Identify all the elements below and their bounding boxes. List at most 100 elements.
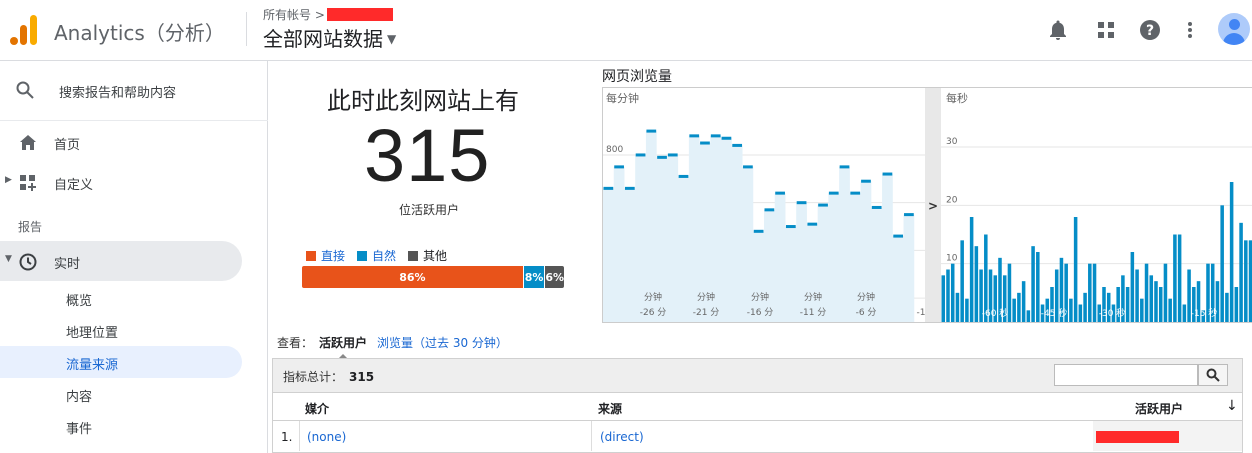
customize-icon [19, 174, 37, 192]
minute-xtick-unit: 分钟 [697, 291, 715, 303]
legend-swatch [306, 250, 316, 261]
subitem-label: 事件 [66, 422, 93, 437]
metric-total-value: 315 [349, 370, 375, 384]
sidebar-search[interactable]: 搜索报告和帮助内容 [0, 61, 268, 121]
sidebar-item-label: 自定义 [54, 178, 94, 193]
minute-bar [861, 179, 871, 183]
minute-bar [657, 155, 667, 159]
second-xtick-label: -60 秒 [982, 307, 1009, 319]
sidebar-subitem-events[interactable]: 事件 [0, 410, 242, 442]
traffic-share-bar: 86% 8% 6% [302, 266, 564, 288]
table-header-row: 媒介 来源 活跃用户 ↓ [273, 393, 1242, 421]
second-bar [946, 269, 950, 322]
minute-bar [764, 208, 775, 212]
reports-section-label: 报告 [18, 220, 43, 234]
minute-ytick-label: 800 [606, 145, 623, 155]
column-header-medium[interactable]: 媒介 [305, 400, 329, 417]
legend-label: 自然 [372, 249, 397, 263]
second-bar [941, 275, 946, 322]
minute-bar [753, 229, 764, 233]
second-ytick-label: 20 [946, 195, 958, 205]
property-selector[interactable]: 全部网站数据 ▼ [263, 23, 396, 52]
segment-other[interactable]: 6% [544, 266, 564, 288]
table-search-input[interactable] [1054, 364, 1198, 386]
legend-label: 直接 [321, 249, 346, 263]
second-bar [960, 240, 964, 322]
avatar[interactable] [1218, 13, 1250, 45]
second-bar [1130, 252, 1135, 322]
tab-active-users[interactable]: 活跃用户 [319, 336, 367, 350]
row-medium-link[interactable]: (none) [307, 430, 346, 444]
sidebar-subitem-traffic-sources[interactable]: 流量来源 [0, 346, 242, 378]
top-bar: Analytics（分析） 所有帐号 > 全部网站数据 ▼ ? [0, 0, 1252, 61]
second-bar [1182, 304, 1187, 322]
minute-bar [624, 186, 635, 190]
minute-bar [732, 143, 743, 147]
minute-bar [796, 201, 807, 205]
sidebar-item-realtime[interactable]: ▼ 实时 [0, 241, 242, 281]
minute-xtick-unit: 分钟 [751, 291, 769, 303]
second-bar [1225, 292, 1229, 322]
legend-label: 其他 [423, 249, 448, 263]
second-ytick-label: 30 [946, 137, 958, 147]
second-bar [1092, 263, 1097, 322]
clock-icon [19, 253, 37, 271]
minute-xtick-label: -6 分 [856, 307, 877, 318]
account-breadcrumb[interactable]: 所有帐号 > [263, 6, 393, 23]
sidebar-subitem-locations[interactable]: 地理位置 [0, 314, 242, 346]
minute-bar [839, 165, 850, 169]
second-bar [1036, 252, 1040, 322]
tab-pageviews[interactable]: 浏览量（过去 30 分钟） [377, 336, 508, 350]
help-icon[interactable]: ? [1138, 18, 1162, 42]
legend-organic: 自然 [357, 247, 396, 264]
minute-bar [871, 205, 882, 209]
second-bar [965, 298, 969, 322]
second-bar [1026, 310, 1031, 322]
second-bar [1244, 240, 1248, 322]
segment-direct[interactable]: 86% [302, 266, 523, 288]
second-bar [969, 217, 974, 322]
redacted-active-users-value [1096, 431, 1179, 443]
minute-bar [614, 165, 624, 169]
minute-xtick-label: -1 [917, 308, 926, 318]
row-index: 1. [281, 430, 293, 444]
minute-bar [743, 165, 753, 169]
search-icon [1206, 368, 1220, 382]
sidebar-subitem-content[interactable]: 内容 [0, 378, 242, 410]
redacted-account-name [326, 8, 393, 21]
column-header-source[interactable]: 来源 [598, 400, 622, 417]
subitem-label: 流量来源 [66, 358, 119, 373]
collapse-arrow-icon: ▼ [5, 254, 12, 264]
table-row: 1. (none) (direct) [273, 421, 1242, 451]
main-content: 此时此刻网站上有 315 位活跃用户 直接 自然 其他 86% 8% 6% 网页… [269, 61, 1252, 453]
minute-xtick-unit: 分钟 [804, 291, 822, 303]
second-bar [1073, 217, 1078, 322]
column-header-active-users[interactable]: 活跃用户 [1135, 400, 1183, 417]
sidebar-item-customize[interactable]: ▶ 自定义 [0, 162, 242, 202]
second-bar [950, 263, 955, 322]
minute-bar [904, 213, 914, 217]
bell-icon[interactable] [1046, 18, 1070, 42]
table-search-button[interactable] [1198, 364, 1228, 386]
minute-bar [646, 129, 657, 133]
minute-xtick-unit: 分钟 [857, 291, 875, 303]
sidebar-subitem-overview[interactable]: 概览 [0, 282, 242, 314]
segment-organic[interactable]: 8% [522, 266, 545, 288]
minute-bar [678, 174, 689, 178]
view-selector: 查看： 活跃用户 浏览量（过去 30 分钟） [277, 334, 508, 351]
sidebar-item-home[interactable]: 首页 [0, 122, 242, 162]
divider [246, 12, 247, 46]
sort-desc-icon[interactable]: ↓ [1226, 398, 1238, 414]
minute-xtick-unit: 分钟 [644, 291, 662, 303]
analytics-logo[interactable] [10, 15, 38, 45]
second-bar [1021, 281, 1026, 322]
dropdown-caret-icon: ▼ [387, 32, 397, 46]
second-bar [1069, 298, 1073, 322]
second-bar [1220, 205, 1224, 322]
more-vert-icon[interactable] [1178, 18, 1202, 42]
sidebar: 搜索报告和帮助内容 首页 ▶ 自定义 报告 ▼ 实时 概览 地理位置 流量来源 … [0, 61, 268, 453]
minute-bar [828, 191, 839, 195]
apps-grid-icon[interactable] [1094, 18, 1118, 42]
row-source-link[interactable]: (direct) [600, 430, 644, 444]
sidebar-item-label: 实时 [54, 257, 81, 272]
